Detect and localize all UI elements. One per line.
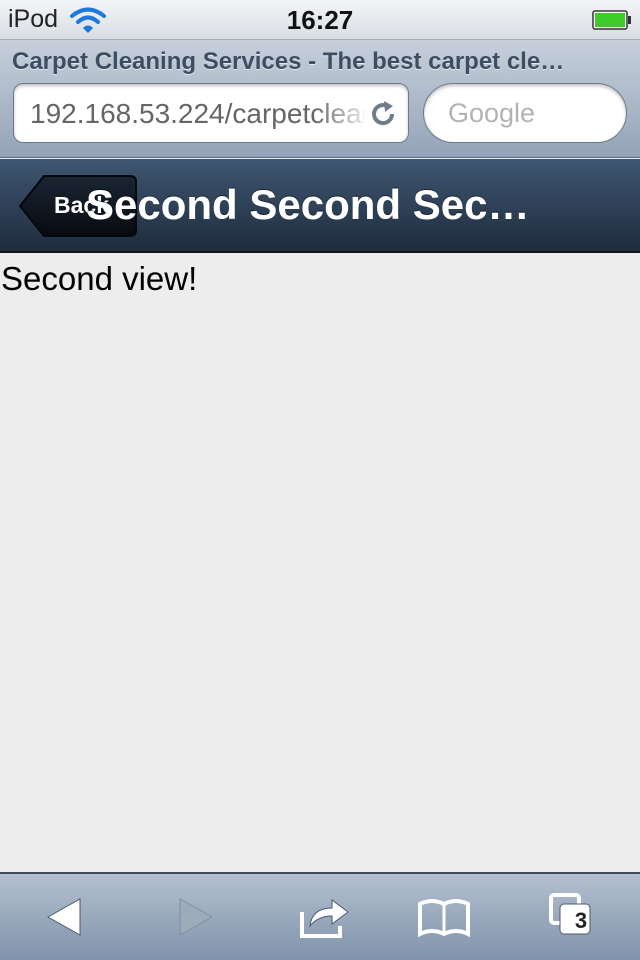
url-fade [314,90,374,136]
page-content: Second view! [0,254,640,872]
back-icon[interactable] [40,892,96,942]
battery-icon [592,10,631,30]
status-bar: iPod 16:27 [0,0,640,40]
status-time: 16:27 [286,5,354,35]
bookmarks-icon[interactable] [416,892,472,942]
tabs-button[interactable]: 3 [548,892,604,942]
browser-chrome: Carpet Cleaning Services - The best carp… [0,40,640,158]
page-title: Carpet Cleaning Services - The best carp… [12,48,565,75]
forward-icon[interactable] [166,892,222,942]
navigation-bar: Back Second Second Sec… [0,159,640,253]
content-text: Second view! [1,260,198,297]
reload-icon[interactable] [368,99,398,129]
nav-title: Second Second Sec… [86,181,530,228]
url-field[interactable]: 192.168.53.224/carpetcleaning [13,83,409,143]
share-icon[interactable] [296,892,352,942]
bottom-toolbar: 3 [0,872,640,960]
tab-count-badge: 3 [574,908,588,933]
search-input[interactable]: Google [423,83,627,143]
